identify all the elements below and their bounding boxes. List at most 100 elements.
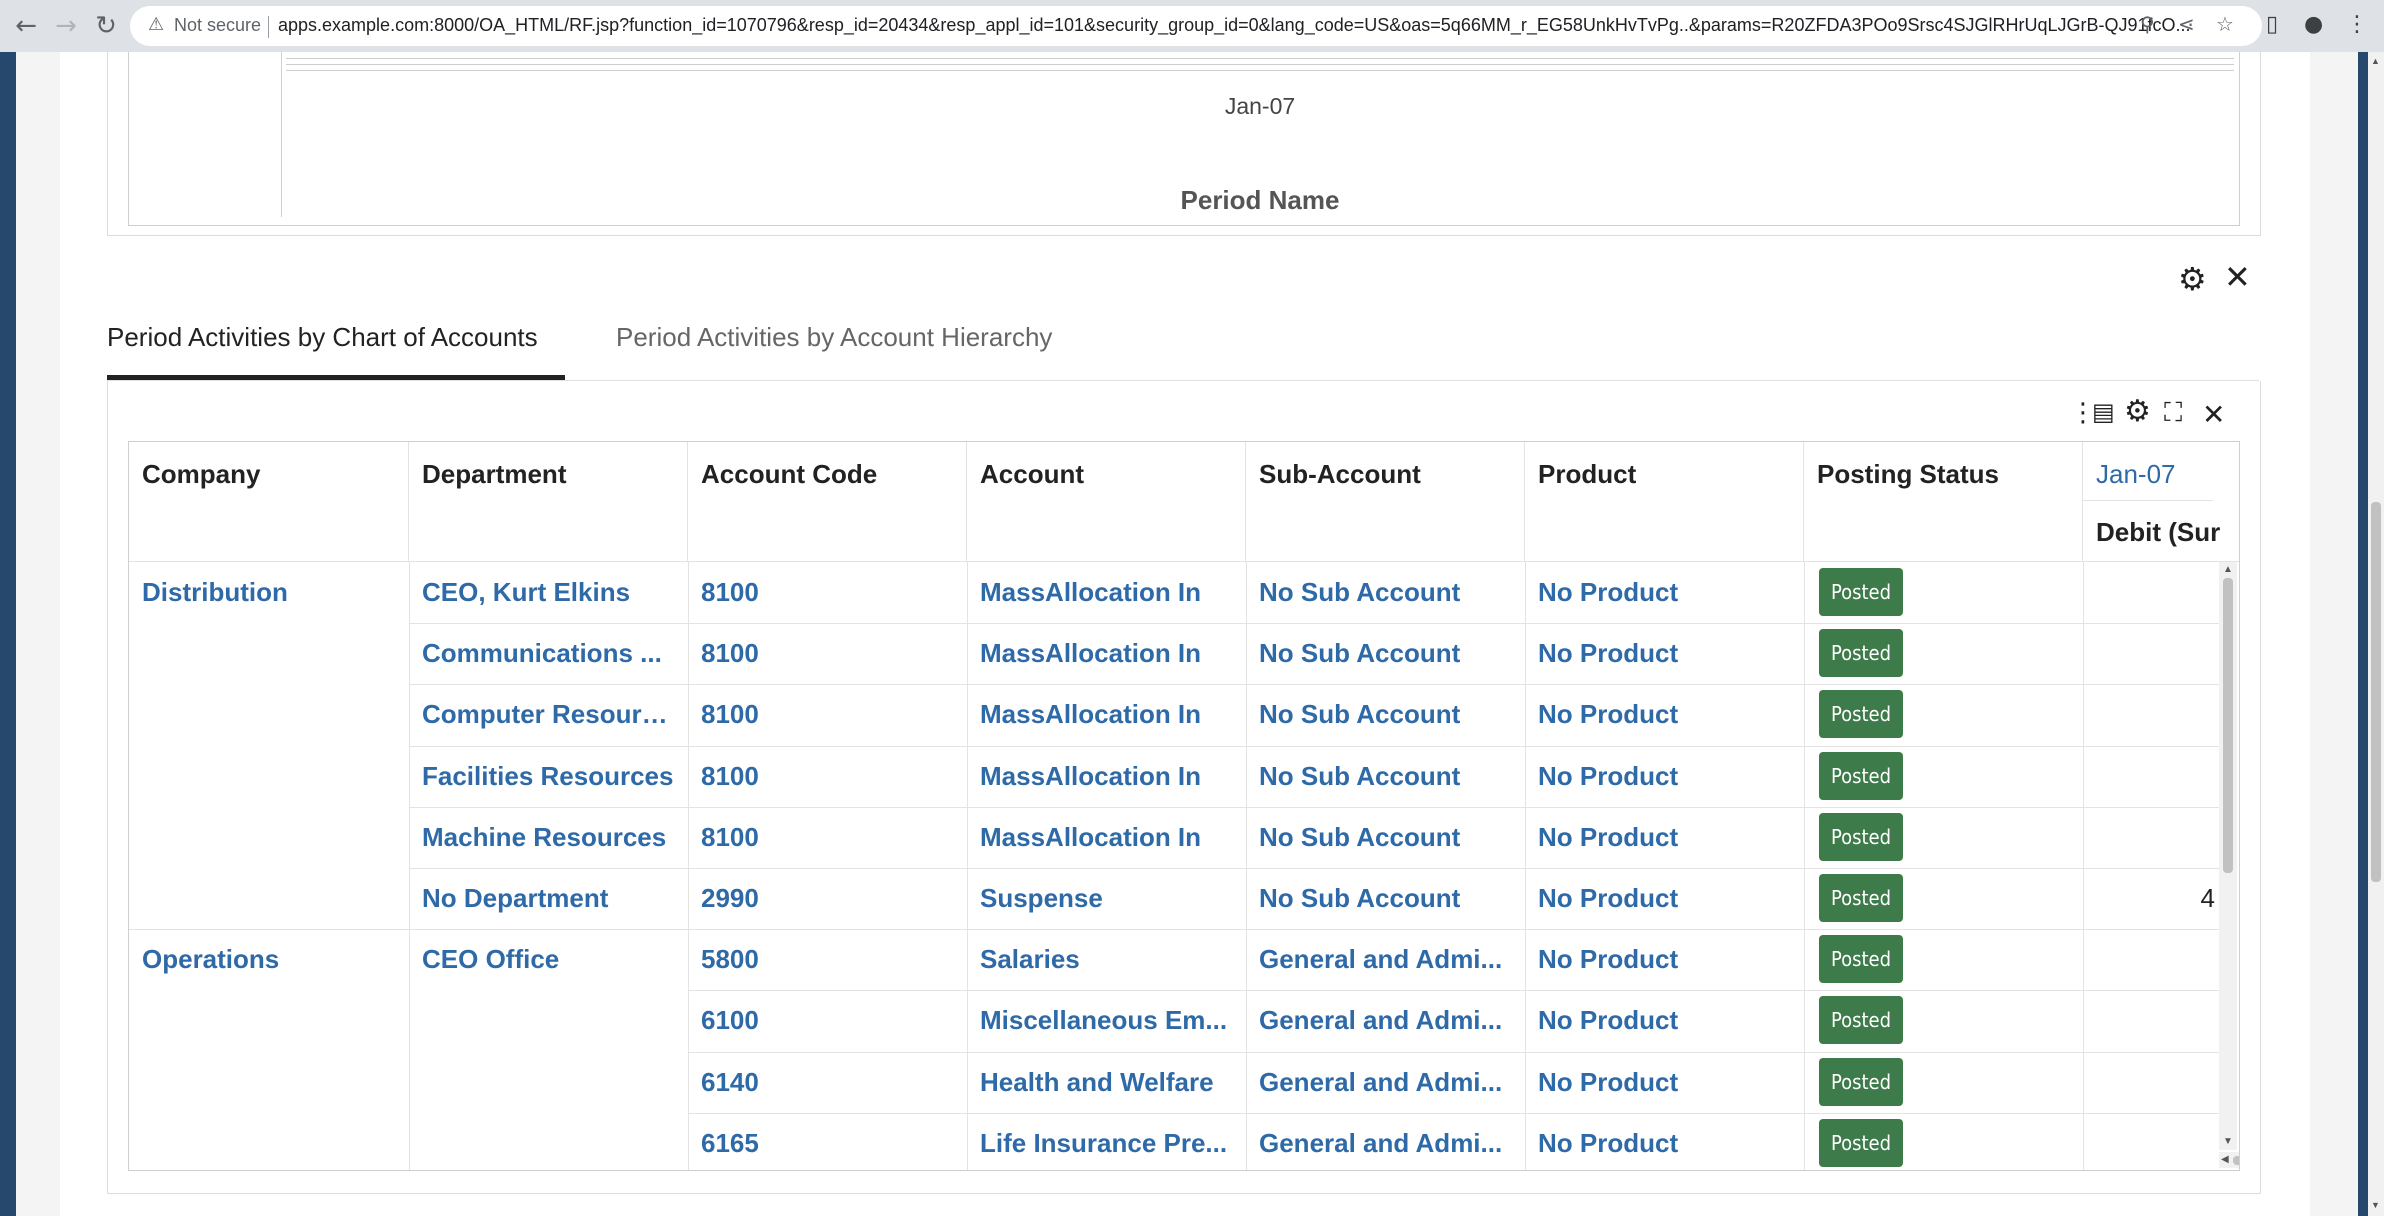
forward-icon[interactable]: → — [50, 10, 82, 42]
cell-account-code[interactable]: 8100 — [688, 562, 959, 623]
cell-account-code[interactable]: 8100 — [688, 623, 959, 684]
column-header-posting-status[interactable]: Posting Status — [1804, 442, 2083, 562]
table-scroll-up-icon[interactable]: ▲ — [2223, 564, 2233, 575]
table-close-icon[interactable]: ✕ — [2202, 398, 2225, 431]
cell-account-code[interactable]: 5800 — [688, 929, 959, 990]
cell-account-code[interactable]: 6165 — [688, 1113, 959, 1170]
tab-chart-of-accounts[interactable]: Period Activities by Chart of Accounts — [107, 322, 538, 353]
cell-department[interactable]: CEO, Kurt Elkins — [409, 562, 680, 623]
cell-account[interactable]: Life Insurance Pre... — [967, 1113, 1238, 1170]
cell-department[interactable]: No Department — [409, 868, 680, 929]
maximize-icon[interactable]: ⛶ — [2164, 398, 2182, 429]
cell-account[interactable]: MassAllocation In — [967, 807, 1238, 868]
period-header-link[interactable]: Jan-07 — [2096, 459, 2176, 490]
cell-sub-account[interactable]: No Sub Account — [1246, 623, 1517, 684]
side-panel-icon[interactable]: ▯ — [2266, 12, 2278, 37]
cell-company — [129, 684, 401, 745]
posting-status-badge: Posted — [1819, 1057, 1903, 1106]
chart-axis-line — [281, 52, 282, 217]
table-vscroll-thumb[interactable] — [2223, 578, 2233, 873]
cell-product[interactable]: No Product — [1525, 562, 1796, 623]
page-scrollbar[interactable]: ▲ ▼ — [2368, 52, 2384, 1216]
cell-department[interactable]: Facilities Resources — [409, 746, 680, 807]
cell-product[interactable]: No Product — [1525, 623, 1796, 684]
cell-account[interactable]: Health and Welfare — [967, 1052, 1238, 1113]
table-vertical-scrollbar[interactable]: ▲ ▼ — [2219, 562, 2237, 1150]
cell-account[interactable]: MassAllocation In — [967, 746, 1238, 807]
cell-account[interactable]: Miscellaneous Em... — [967, 990, 1238, 1051]
chart-gridline — [286, 58, 2234, 59]
region-close-icon[interactable]: ✕ — [2224, 258, 2251, 296]
cell-department[interactable]: CEO Office — [409, 929, 680, 990]
table-hscroll-thumb[interactable] — [2233, 1156, 2239, 1165]
cell-department[interactable]: Communications ... — [409, 623, 680, 684]
cell-account-code[interactable]: 2990 — [688, 868, 959, 929]
column-header-sub-account[interactable]: Sub-Account — [1246, 442, 1525, 562]
cell-company — [129, 1052, 401, 1113]
bookmark-star-icon[interactable]: ☆ — [2216, 12, 2234, 36]
cell-product[interactable]: No Product — [1525, 990, 1796, 1051]
url-text[interactable]: apps.example.com:8000/OA_HTML/RF.jsp?fun… — [278, 15, 2233, 36]
cell-company — [129, 868, 401, 929]
table-layout-icon[interactable]: ▤ — [2092, 398, 2115, 426]
cell-sub-account[interactable]: No Sub Account — [1246, 868, 1517, 929]
column-header-account-code[interactable]: Account Code — [688, 442, 967, 562]
zoom-icon[interactable]: ⚲ — [2140, 12, 2155, 36]
cell-product[interactable]: No Product — [1525, 746, 1796, 807]
cell-product[interactable]: No Product — [1525, 1052, 1796, 1113]
cell-product[interactable]: No Product — [1525, 1113, 1796, 1170]
cell-sub-account[interactable]: No Sub Account — [1246, 562, 1517, 623]
cell-account-code[interactable]: 6140 — [688, 1052, 959, 1113]
address-bar[interactable]: ⚠ Not secure apps.example.com:8000/OA_HT… — [130, 6, 2262, 46]
table-settings-gear-icon[interactable]: ⚙ — [2124, 394, 2151, 429]
profile-icon[interactable]: ● — [2304, 12, 2323, 37]
cell-sub-account[interactable]: General and Admi... — [1246, 990, 1517, 1051]
posting-status-badge: Posted — [1819, 568, 1903, 616]
scroll-up-icon[interactable]: ▲ — [2371, 56, 2380, 66]
column-header-company[interactable]: Company — [129, 442, 409, 562]
browser-menu-icon[interactable]: ⋮ — [2346, 12, 2368, 37]
back-icon[interactable]: ← — [10, 10, 42, 42]
security-label[interactable]: Not secure — [174, 15, 261, 36]
cell-company[interactable]: Operations — [129, 929, 401, 990]
chart-axis-title: Period Name — [1180, 185, 1340, 215]
cell-sub-account[interactable]: General and Admi... — [1246, 929, 1517, 990]
table-horizontal-scrollbar[interactable]: ◀ ▶ — [2219, 1152, 2239, 1168]
cell-sub-account[interactable]: No Sub Account — [1246, 746, 1517, 807]
cell-account-code[interactable]: 8100 — [688, 807, 959, 868]
cell-department[interactable]: Computer Resources — [409, 684, 680, 745]
cell-product[interactable]: No Product — [1525, 684, 1796, 745]
column-header-department[interactable]: Department — [409, 442, 688, 562]
cell-account-code[interactable]: 8100 — [688, 684, 959, 745]
column-header-account[interactable]: Account — [967, 442, 1246, 562]
scroll-down-icon[interactable]: ▼ — [2371, 1200, 2380, 1210]
table-row: Facilities Resources 8100 MassAllocation I… — [129, 746, 2219, 807]
cell-account[interactable]: MassAllocation In — [967, 684, 1238, 745]
cell-department[interactable]: Machine Resources — [409, 807, 680, 868]
table-scroll-down-icon[interactable]: ▼ — [2223, 1136, 2233, 1147]
cell-account[interactable]: MassAllocation In — [967, 562, 1238, 623]
cell-product[interactable]: No Product — [1525, 807, 1796, 868]
cell-sub-account[interactable]: No Sub Account — [1246, 807, 1517, 868]
tab-account-hierarchy[interactable]: Period Activities by Account Hierarchy — [616, 322, 1052, 353]
cell-company[interactable]: Distribution — [129, 562, 401, 623]
cell-product[interactable]: No Product — [1525, 929, 1796, 990]
column-header-product[interactable]: Product — [1525, 442, 1804, 562]
region-settings-gear-icon[interactable]: ⚙ — [2178, 260, 2207, 298]
cell-account-code[interactable]: 6100 — [688, 990, 959, 1051]
cell-account[interactable]: Suspense — [967, 868, 1238, 929]
reload-icon[interactable]: ↻ — [90, 10, 122, 42]
posting-status-badge: Posted — [1819, 935, 1903, 984]
cell-product[interactable]: No Product — [1525, 868, 1796, 929]
column-subheader-debit[interactable]: Debit (Sur — [2083, 500, 2220, 563]
share-icon[interactable]: ⋖ — [2178, 12, 2195, 36]
page-scroll-thumb[interactable] — [2371, 502, 2381, 882]
cell-sub-account[interactable]: No Sub Account — [1246, 684, 1517, 745]
cell-account-code[interactable]: 8100 — [688, 746, 959, 807]
cell-company — [129, 1113, 401, 1170]
cell-sub-account[interactable]: General and Admi... — [1246, 1113, 1517, 1170]
table-scroll-left-icon[interactable]: ◀ — [2221, 1154, 2229, 1165]
cell-account[interactable]: MassAllocation In — [967, 623, 1238, 684]
cell-account[interactable]: Salaries — [967, 929, 1238, 990]
cell-sub-account[interactable]: General and Admi... — [1246, 1052, 1517, 1113]
